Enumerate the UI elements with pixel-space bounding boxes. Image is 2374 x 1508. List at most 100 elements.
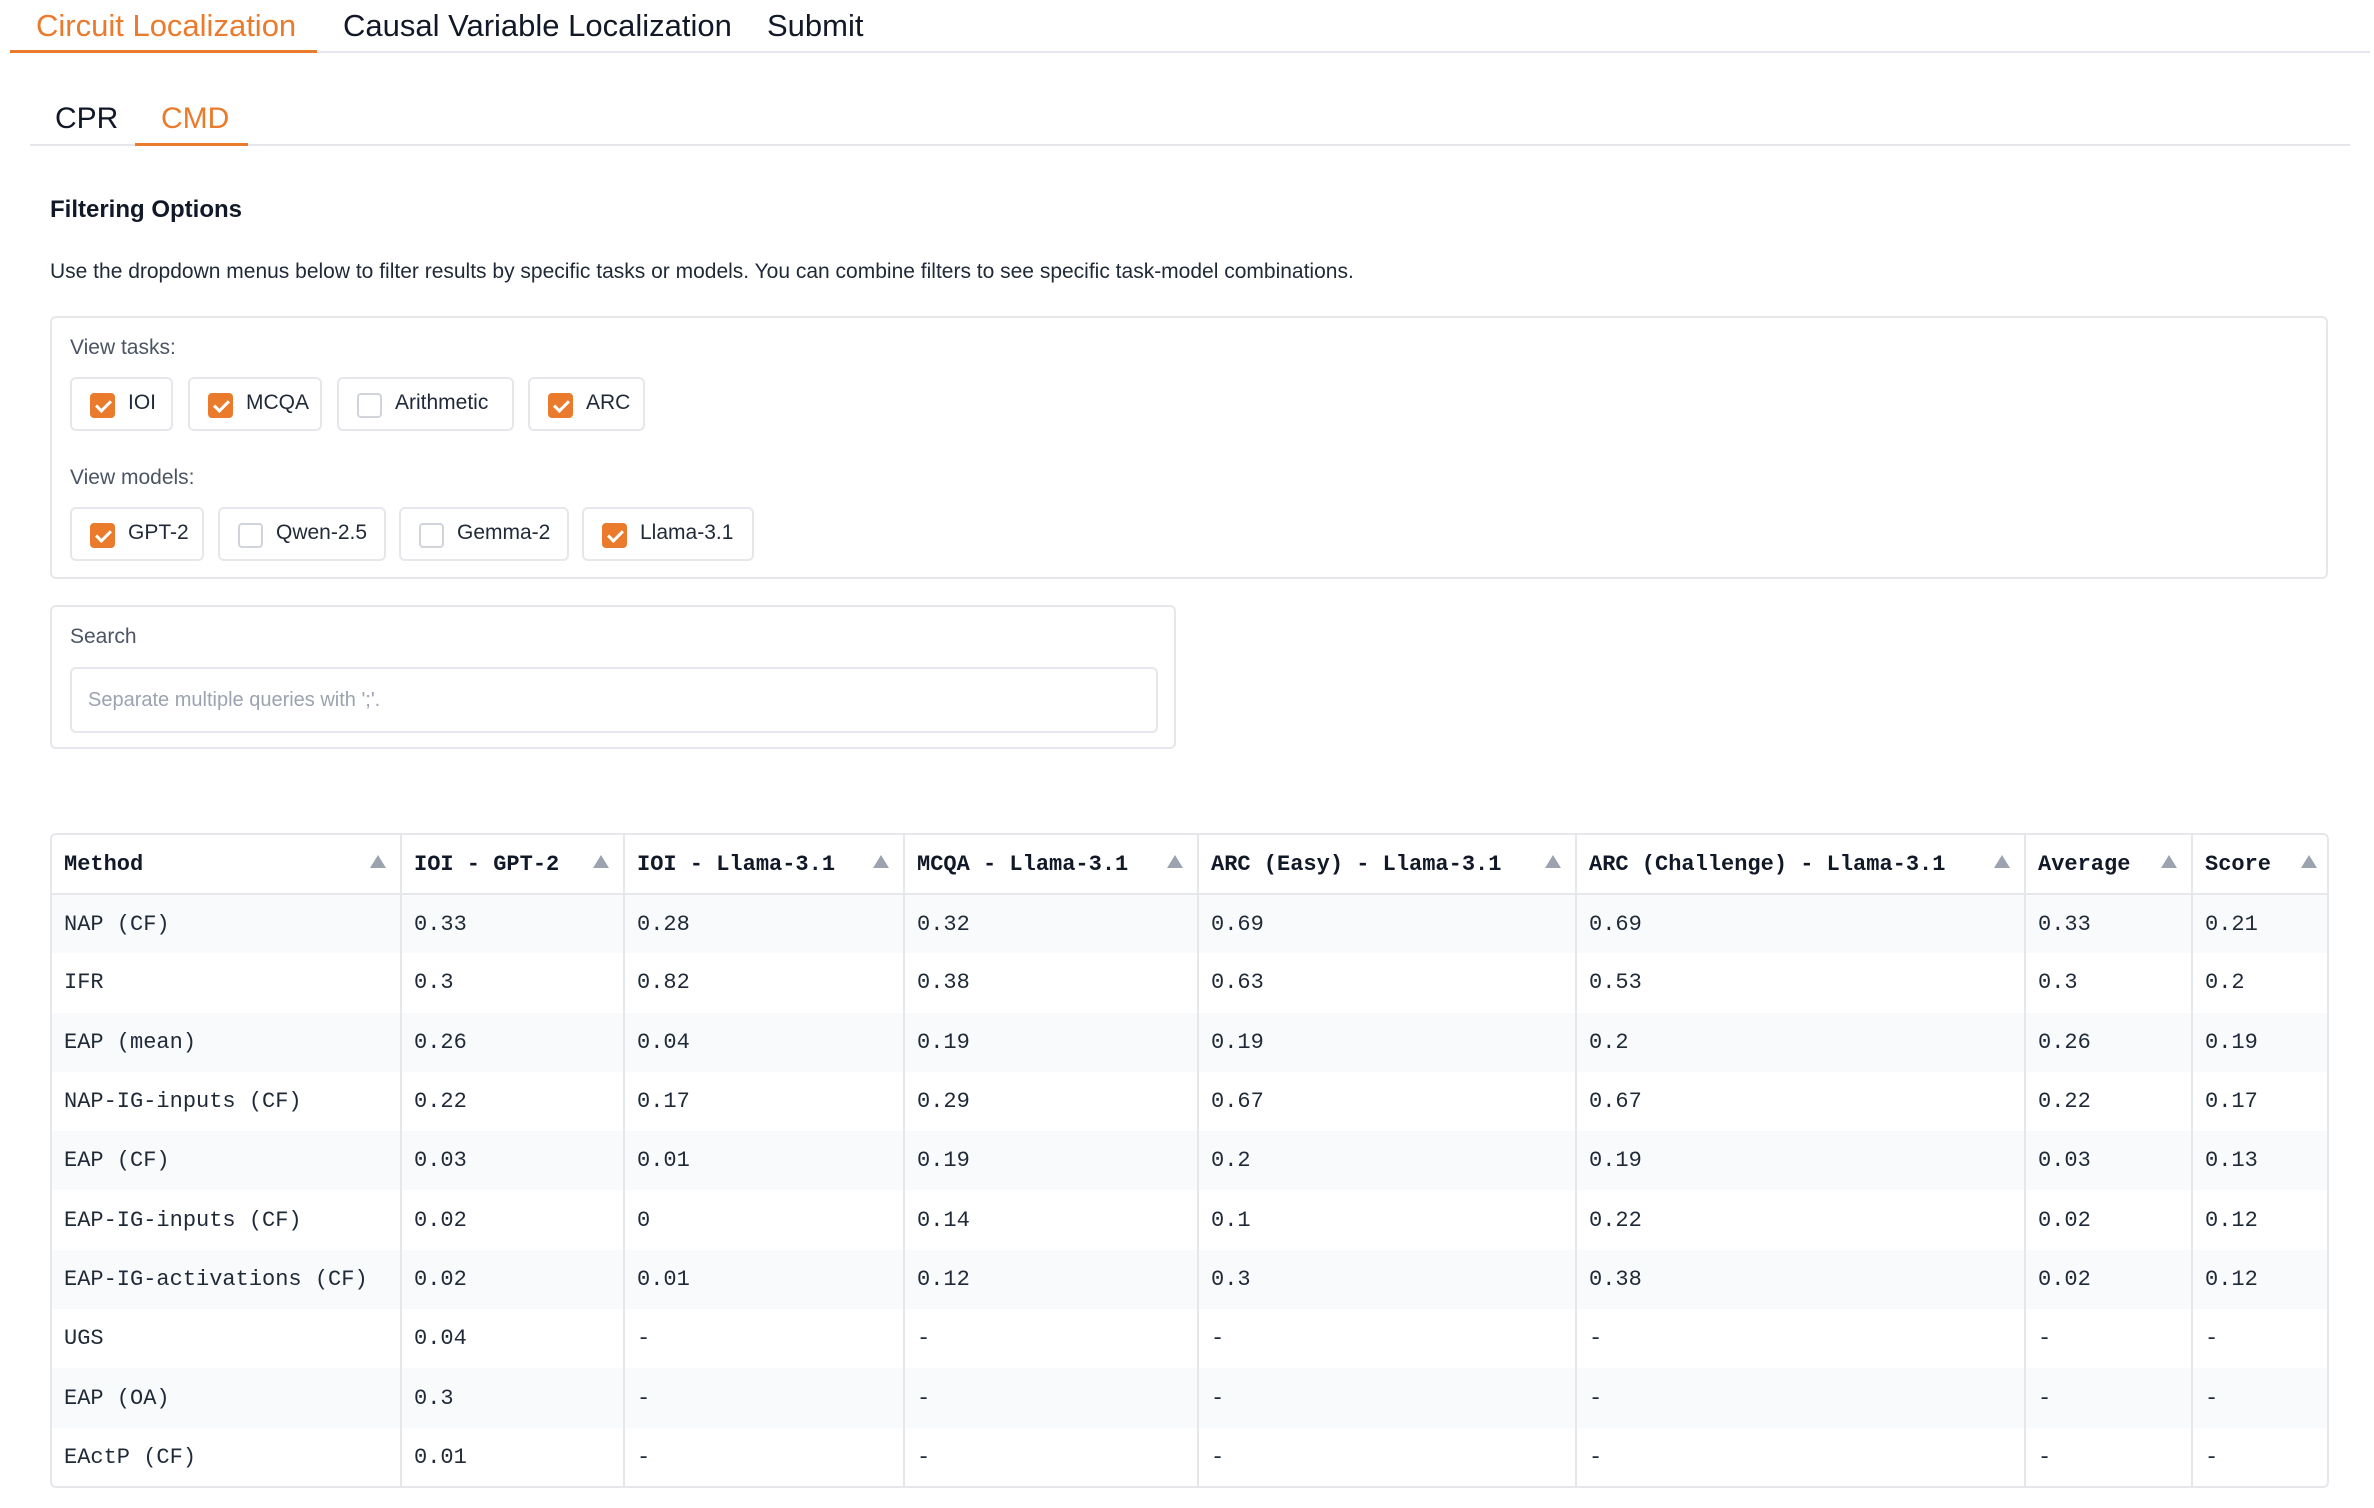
score-cell: - xyxy=(624,1309,905,1369)
sort-arrow-icon[interactable] xyxy=(370,855,386,868)
sort-arrow-icon[interactable] xyxy=(2161,855,2177,868)
score-cell: 0.19 xyxy=(1198,1012,1577,1072)
tab-cmd[interactable]: CMD xyxy=(161,102,229,136)
tab-submit[interactable]: Submit xyxy=(767,8,863,44)
sort-arrow-icon[interactable] xyxy=(1994,855,2010,868)
model-label: Llama-3.1 xyxy=(640,521,734,544)
task-checkbox-arithmetic[interactable]: Arithmetic xyxy=(337,377,514,431)
score-cell: 0.22 xyxy=(401,1071,625,1132)
column-header[interactable]: ARC (Easy) - Llama-3.1 xyxy=(1198,835,1577,895)
checkbox-checked-icon xyxy=(548,393,573,418)
score-cell: 0.2 xyxy=(2192,953,2327,1013)
score-cell: 0.12 xyxy=(904,1249,1199,1310)
column-header[interactable]: IOI - Llama-3.1 xyxy=(624,835,905,895)
score-cell: - xyxy=(624,1368,905,1428)
score-cell: - xyxy=(2192,1427,2327,1486)
score-cell: 0.63 xyxy=(1198,953,1577,1013)
method-cell: NAP-IG-inputs (CF) xyxy=(52,1071,402,1132)
sort-arrow-icon[interactable] xyxy=(1167,855,1183,868)
method-cell: UGS xyxy=(52,1309,402,1369)
filtering-title: Filtering Options xyxy=(50,196,242,223)
column-header[interactable]: Average xyxy=(2025,835,2193,895)
score-cell: 0.3 xyxy=(401,953,625,1013)
score-cell: 0.3 xyxy=(401,1368,625,1428)
sort-arrow-icon[interactable] xyxy=(593,855,609,868)
sort-arrow-icon[interactable] xyxy=(873,855,889,868)
column-header-label: MCQA - Llama-3.1 xyxy=(917,851,1129,877)
model-checkbox-gemma[interactable]: Gemma-2 xyxy=(399,507,569,561)
score-cell: 0.12 xyxy=(2192,1190,2327,1250)
score-cell: 0.19 xyxy=(904,1012,1199,1072)
checkbox-checked-icon xyxy=(90,523,115,548)
column-header-label: IOI - GPT-2 xyxy=(414,851,560,877)
method-cell: EAP (mean) xyxy=(52,1012,402,1072)
column-header[interactable]: MCQA - Llama-3.1 xyxy=(904,835,1199,895)
model-checkbox-qwen[interactable]: Qwen-2.5 xyxy=(218,507,386,561)
score-cell: - xyxy=(1198,1427,1577,1486)
sub-tab-bar: CPR CMD xyxy=(30,92,2350,146)
table-row: IFR 0.3 0.82 0.38 0.63 0.53 0.3 0.2 xyxy=(52,953,2327,1013)
checkbox-checked-icon xyxy=(208,393,233,418)
score-cell: 0.69 xyxy=(1198,894,1577,954)
tab-causal-variable-localization[interactable]: Causal Variable Localization xyxy=(343,8,732,44)
score-cell: 0.13 xyxy=(2192,1131,2327,1191)
column-header[interactable]: Score xyxy=(2192,835,2327,895)
task-label: ARC xyxy=(586,391,631,414)
score-cell: 0.19 xyxy=(2192,1012,2327,1072)
task-checkbox-mcqa[interactable]: MCQA xyxy=(188,377,322,431)
score-cell: - xyxy=(904,1368,1199,1428)
column-header-label: IOI - Llama-3.1 xyxy=(637,851,836,877)
table-row: EAP-IG-inputs (CF) 0.02 0 0.14 0.1 0.22 0.02 0.… xyxy=(52,1190,2327,1250)
score-cell: - xyxy=(1576,1309,2026,1369)
table-row: UGS 0.04- - - - - - xyxy=(52,1309,2327,1369)
model-checkbox-llama[interactable]: Llama-3.1 xyxy=(582,507,754,561)
score-cell: 0.82 xyxy=(624,953,905,1013)
score-cell: 0.03 xyxy=(401,1131,625,1191)
task-label: IOI xyxy=(128,391,157,414)
score-cell: 0.67 xyxy=(1198,1071,1577,1132)
column-header[interactable]: ARC (Challenge) - Llama-3.1 xyxy=(1576,835,2026,895)
results-table: Method IOI - GPT-2 IOI - Llama-3.1 MCQA - L… xyxy=(50,833,2329,1488)
method-cell: EAP-IG-activations (CF) xyxy=(52,1249,402,1310)
score-cell: - xyxy=(2025,1309,2193,1369)
table-row: EAP (OA) 0.3- - - - - - xyxy=(52,1368,2327,1428)
score-cell: - xyxy=(904,1309,1199,1369)
score-cell: 0.33 xyxy=(401,894,625,954)
score-cell: 0 xyxy=(624,1190,905,1250)
tasks-label: View tasks: xyxy=(70,336,176,359)
score-cell: - xyxy=(2025,1368,2193,1428)
task-checkbox-arc[interactable]: ARC xyxy=(528,377,645,431)
score-cell: 0.01 xyxy=(624,1131,905,1191)
tab-circuit-localization[interactable]: Circuit Localization xyxy=(36,8,296,44)
column-header[interactable]: Method xyxy=(52,835,402,895)
sort-arrow-icon[interactable] xyxy=(1545,855,1561,868)
method-cell: EActP (CF) xyxy=(52,1427,402,1486)
checkbox-unchecked-icon xyxy=(238,523,263,548)
model-checkbox-gpt2[interactable]: GPT-2 xyxy=(70,507,204,561)
table-header-row: Method IOI - GPT-2 IOI - Llama-3.1 MCQA - L… xyxy=(52,835,2327,895)
score-cell: 0.2 xyxy=(1198,1131,1577,1191)
checkbox-checked-icon xyxy=(90,393,115,418)
score-cell: 0.38 xyxy=(1576,1249,2026,1310)
search-panel: Search xyxy=(50,605,1176,749)
table-row: EAP (CF) 0.03 0.01 0.19 0.2 0.19 0.03 0.13 xyxy=(52,1131,2327,1191)
sort-arrow-icon[interactable] xyxy=(2301,855,2317,868)
model-label: GPT-2 xyxy=(128,521,189,544)
score-cell: - xyxy=(1576,1368,2026,1428)
score-cell: 0.33 xyxy=(2025,894,2193,954)
task-checkbox-ioi[interactable]: IOI xyxy=(70,377,173,431)
column-header[interactable]: IOI - GPT-2 xyxy=(401,835,625,895)
score-cell: 0.04 xyxy=(624,1012,905,1072)
search-input[interactable] xyxy=(70,667,1158,733)
score-cell: 0.17 xyxy=(2192,1071,2327,1132)
column-header-label: ARC (Easy) - Llama-3.1 xyxy=(1211,851,1502,877)
score-cell: 0.69 xyxy=(1576,894,2026,954)
score-cell: - xyxy=(2025,1427,2193,1486)
table-row: EAP (mean) 0.26 0.04 0.19 0.19 0.2 0.26 0.19 xyxy=(52,1012,2327,1072)
score-cell: - xyxy=(904,1427,1199,1486)
tab-cpr[interactable]: CPR xyxy=(55,102,118,136)
score-cell: - xyxy=(1198,1368,1577,1428)
table-row: NAP (CF) 0.33 0.28 0.32 0.69 0.69 0.33 0.21 xyxy=(52,894,2327,954)
task-label: MCQA xyxy=(246,391,309,414)
score-cell: - xyxy=(2192,1309,2327,1369)
